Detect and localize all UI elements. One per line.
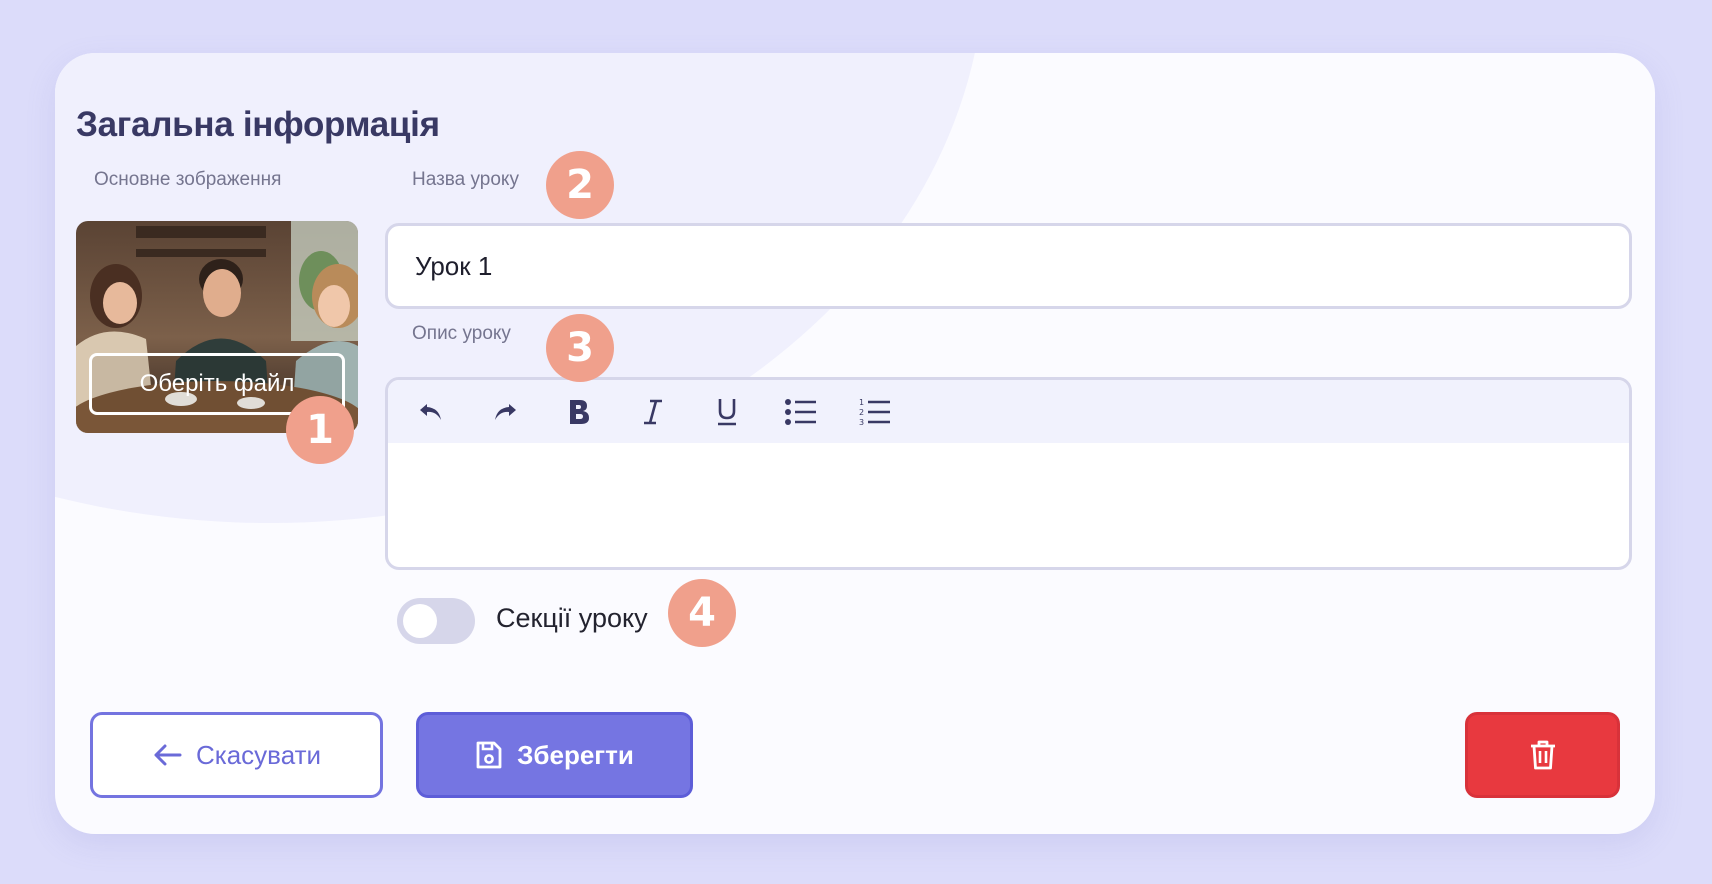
delete-button[interactable]: [1465, 712, 1620, 798]
editor-toolbar: 123: [388, 380, 1629, 443]
bullet-list-icon[interactable]: [778, 389, 824, 435]
step-badge-1: 1: [286, 396, 354, 464]
lesson-name-input[interactable]: [385, 223, 1632, 309]
svg-text:2: 2: [859, 408, 864, 417]
lesson-description-label: Опис уроку: [412, 323, 511, 344]
cancel-button-label: Скасувати: [195, 739, 322, 770]
sections-toggle-label: Секції уроку: [496, 603, 648, 633]
trash-icon: [1529, 739, 1557, 771]
svg-text:1: 1: [859, 398, 864, 407]
general-info-card: Загальна інформація Основне зображення О…: [55, 53, 1655, 834]
sections-toggle[interactable]: [397, 598, 475, 644]
underline-icon[interactable]: [704, 389, 750, 435]
redo-icon[interactable]: [482, 389, 528, 435]
svg-text:3: 3: [859, 418, 864, 426]
undo-icon[interactable]: [408, 389, 454, 435]
arrow-left-icon: [152, 743, 182, 767]
main-image-label: Основне зображення: [94, 169, 282, 190]
editor-content-area[interactable]: [388, 443, 1629, 567]
lesson-description-editor: 123: [385, 377, 1632, 570]
section-title: Загальна інформація: [76, 105, 440, 144]
toggle-knob: [403, 604, 437, 638]
cancel-button[interactable]: Скасувати: [90, 712, 383, 798]
bold-icon[interactable]: [556, 389, 602, 435]
save-button-label: Зберегти: [517, 739, 634, 770]
numbered-list-icon[interactable]: 123: [852, 389, 898, 435]
lesson-name-label: Назва уроку: [412, 169, 519, 190]
step-badge-4: 4: [668, 579, 736, 647]
italic-icon[interactable]: [630, 389, 676, 435]
save-icon: [475, 740, 503, 770]
step-badge-3: 3: [546, 314, 614, 382]
save-button[interactable]: Зберегти: [416, 712, 693, 798]
step-badge-2: 2: [546, 151, 614, 219]
